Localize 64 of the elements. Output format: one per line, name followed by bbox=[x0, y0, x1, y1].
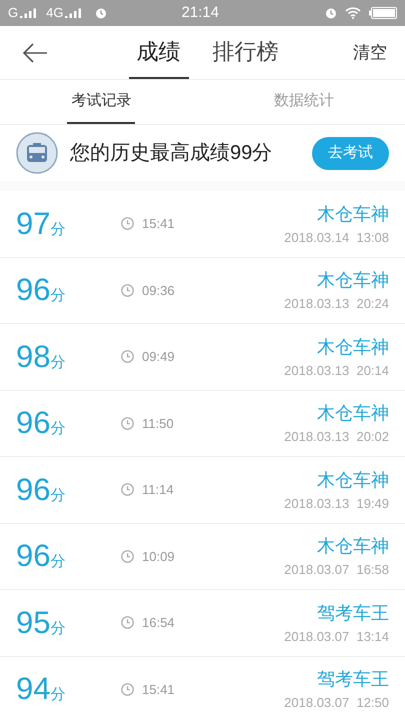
score-unit: 分 bbox=[50, 352, 66, 372]
score-value: 94 bbox=[16, 670, 50, 708]
exam-date: 2018.03.13 20:02 bbox=[284, 428, 389, 446]
score-unit: 分 bbox=[50, 286, 66, 306]
header-tab[interactable]: 成绩 bbox=[128, 26, 188, 79]
rank-title: 木仓车神 bbox=[317, 202, 389, 226]
rank-title: 木仓车神 bbox=[317, 468, 389, 492]
clock-icon bbox=[121, 682, 134, 696]
rank-title: 木仓车神 bbox=[317, 269, 389, 292]
exam-duration: 15:41 bbox=[142, 215, 175, 233]
score-value: 96 bbox=[16, 271, 50, 309]
clock-time: 21:14 bbox=[180, 2, 220, 23]
score-unit: 分 bbox=[50, 618, 66, 638]
signal-icon bbox=[20, 8, 38, 18]
clear-button[interactable]: 清空 bbox=[335, 40, 405, 66]
battery-icon bbox=[369, 7, 397, 19]
sub-tab[interactable]: 考试记录 bbox=[0, 80, 202, 124]
exam-date: 2018.03.07 16:58 bbox=[284, 561, 389, 579]
clock-icon bbox=[121, 483, 134, 496]
clock-icon bbox=[121, 284, 134, 297]
carrier-label: 4G bbox=[46, 4, 64, 22]
best-score-text: 您的历史最高成绩99分 bbox=[70, 141, 274, 166]
exam-date: 2018.03.13 20:14 bbox=[284, 362, 389, 380]
carrier-label: G bbox=[8, 4, 18, 22]
exam-date: 2018.03.13 19:49 bbox=[284, 494, 389, 512]
exam-duration: 16:54 bbox=[142, 614, 175, 632]
exam-duration: 11:50 bbox=[142, 414, 174, 432]
exam-date: 2018.03.07 13:14 bbox=[284, 628, 389, 646]
clock-icon bbox=[121, 616, 134, 630]
score-value: 96 bbox=[16, 404, 50, 442]
score-value: 95 bbox=[16, 604, 50, 642]
clock-icon bbox=[121, 350, 134, 364]
clock-icon bbox=[121, 416, 134, 430]
back-arrow-icon bbox=[22, 42, 48, 62]
exam-duration: 15:41 bbox=[142, 680, 175, 698]
exam-duration: 09:49 bbox=[142, 348, 175, 366]
exam-date: 2018.03.07 12:50 bbox=[284, 694, 389, 712]
score-unit: 分 bbox=[50, 486, 66, 506]
exam-date: 2018.03.14 13:08 bbox=[284, 228, 389, 246]
rank-title: 木仓车神 bbox=[317, 402, 389, 425]
exam-duration: 11:14 bbox=[142, 481, 174, 499]
alarm-icon bbox=[95, 7, 108, 19]
score-unit: 分 bbox=[50, 685, 66, 705]
rank-title: 驾考车王 bbox=[317, 602, 389, 624]
score-value: 96 bbox=[16, 470, 50, 508]
score-value: 98 bbox=[16, 338, 50, 376]
score-unit: 分 bbox=[50, 552, 66, 572]
clock-icon bbox=[121, 550, 134, 563]
score-value: 97 bbox=[16, 204, 50, 242]
score-value: 96 bbox=[16, 537, 50, 575]
rank-title: 木仓车神 bbox=[317, 336, 389, 358]
car-avatar-icon bbox=[16, 132, 58, 174]
signal-icon bbox=[65, 8, 84, 18]
score-unit: 分 bbox=[50, 220, 66, 240]
rank-title: 木仓车神 bbox=[317, 535, 389, 558]
exam-date: 2018.03.13 20:24 bbox=[284, 295, 389, 313]
clock-icon bbox=[121, 217, 134, 230]
alarm-icon bbox=[325, 7, 337, 19]
rank-title: 驾考车王 bbox=[317, 668, 389, 691]
score-unit: 分 bbox=[50, 419, 66, 439]
wifi-icon bbox=[345, 7, 361, 19]
exam-duration: 10:09 bbox=[142, 548, 175, 566]
header-tab[interactable]: 排行榜 bbox=[204, 26, 286, 79]
exam-duration: 09:36 bbox=[142, 282, 175, 300]
